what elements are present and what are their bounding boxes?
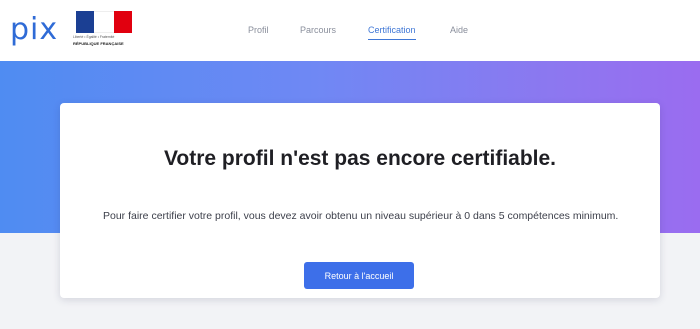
nav-link-certification-label: Certification: [368, 25, 416, 35]
top-navigation-bar: pix Liberté • Égalité • Fraternité RÉPUB…: [0, 0, 700, 62]
certification-status-card: Votre profil n'est pas encore certifiabl…: [60, 103, 660, 298]
active-tab-indicator: [368, 39, 416, 40]
card-title: Votre profil n'est pas encore certifiabl…: [163, 147, 557, 170]
nav-link-profil[interactable]: Profil: [248, 25, 269, 35]
nav-link-parcours[interactable]: Parcours: [300, 25, 336, 35]
card-message: Pour faire certifier votre profil, vous …: [103, 210, 619, 222]
main-nav: Profil Parcours Certification Aide: [0, 25, 700, 45]
nav-link-certification[interactable]: Certification: [368, 25, 416, 40]
nav-link-aide[interactable]: Aide: [450, 25, 468, 35]
back-to-home-button[interactable]: Retour à l'accueil: [304, 262, 414, 289]
